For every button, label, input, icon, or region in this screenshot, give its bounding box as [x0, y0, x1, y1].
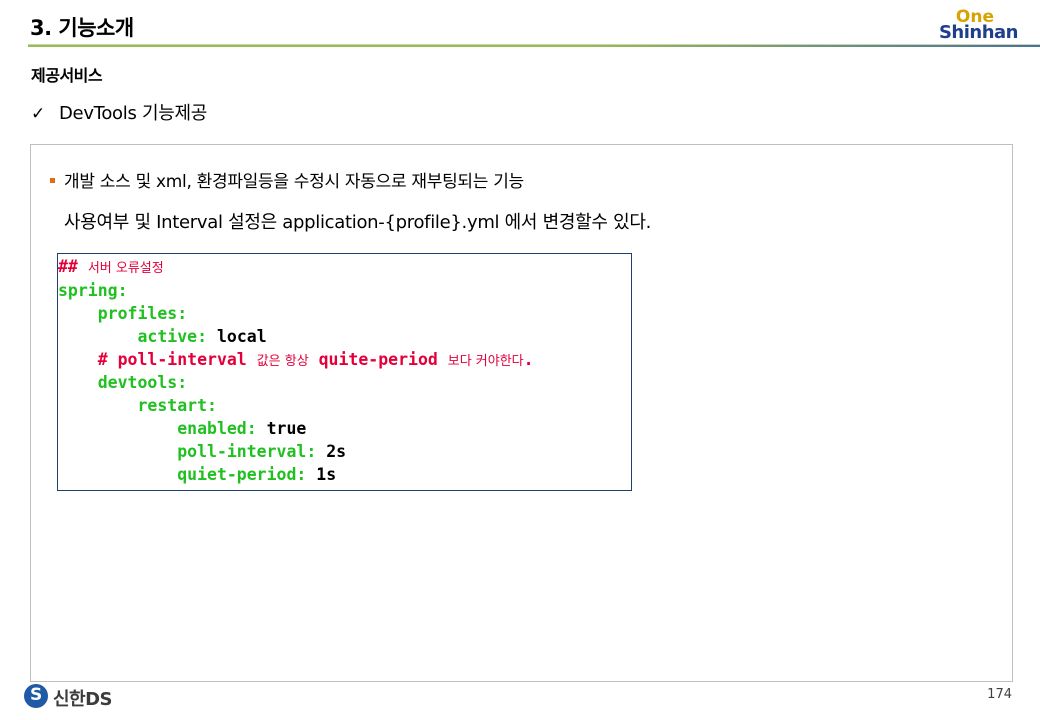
code-comment-kor: 값은 항상 [256, 354, 309, 369]
code-value: 1s [316, 465, 337, 484]
shinhan-emblem-icon [24, 684, 48, 708]
code-comment: 서버 오류설정 [87, 261, 164, 276]
bullet-item: 개발 소스 및 xml, 환경파일등을 수정시 자동으로 재부팅되는 기능 [50, 167, 524, 192]
check-item-label: DevTools 기능제공 [59, 103, 207, 124]
code-line: quiet-period: 1s [58, 465, 336, 485]
code-line: enabled: true [58, 419, 306, 439]
bullet-text: 개발 소스 및 xml, 환경파일등을 수정시 자동으로 재부팅되는 기능 [64, 172, 524, 192]
bullet-subtext: 사용여부 및 Interval 설정은 application-{profile… [64, 212, 652, 233]
code-line: devtools: [58, 373, 188, 392]
check-item: ✓ DevTools 기능제공 [31, 99, 207, 125]
code-value: local [216, 327, 267, 346]
code-line: ## 서버 오류설정 [58, 257, 164, 279]
one-shinhan-logo: One Shinhan [918, 4, 1019, 44]
code-hash: ## [58, 257, 78, 276]
code-key: enabled: [58, 419, 267, 438]
code-comment: # poll-interval [58, 350, 257, 369]
code-key: poll-interval: [58, 442, 327, 461]
code-line: active: local [58, 327, 267, 347]
code-line: poll-interval: 2s [58, 442, 346, 462]
check-icon: ✓ [31, 104, 45, 124]
code-line: # poll-interval 값은 항상 quite-period 보다 커야… [58, 350, 534, 372]
logo-shinhan-text: Shinhan [938, 22, 1019, 43]
code-line: profiles: [58, 304, 188, 323]
header-divider [28, 45, 1040, 47]
section-title: 제공서비스 [31, 66, 103, 85]
footer-company-name: 신한DS [53, 689, 113, 710]
code-line: restart: [58, 396, 217, 415]
code-comment: . [523, 350, 534, 369]
code-value: 2s [326, 442, 347, 461]
code-block: ## 서버 오류설정 spring: profiles: active: loc… [57, 253, 632, 491]
code-line: spring: [58, 281, 128, 300]
slide-page: 3. 기능소개 One Shinhan 제공서비스 ✓ DevTools 기능제공… [0, 0, 1040, 720]
square-bullet-icon [50, 177, 55, 183]
code-comment: quite-period [308, 350, 448, 369]
code-value: true [266, 419, 307, 438]
code-key: quiet-period: [58, 465, 317, 484]
code-key: active: [58, 327, 217, 346]
page-number: 174 [987, 687, 1012, 702]
code-comment-kor: 보다 커야한다 [447, 354, 524, 369]
page-title: 3. 기능소개 [30, 16, 134, 40]
